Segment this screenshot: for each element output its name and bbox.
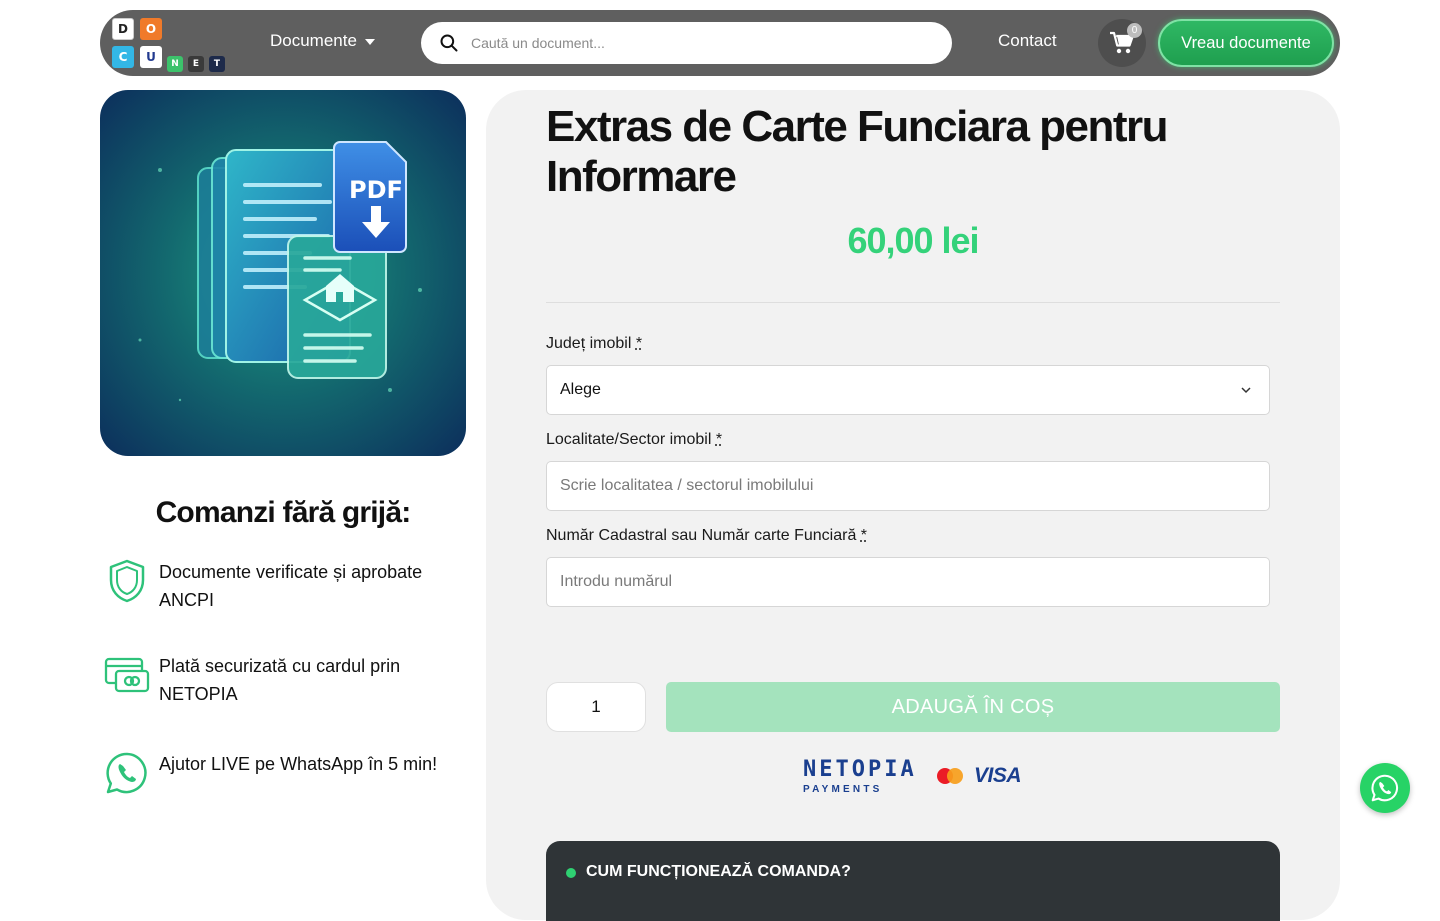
- locality-label: Localitate/Sector imobil *: [546, 431, 722, 449]
- locality-label-text: Localitate/Sector imobil: [546, 431, 712, 448]
- want-documents-button[interactable]: Vreau documente: [1158, 19, 1334, 67]
- worry-free-title: Comanzi fără grijă:: [155, 496, 412, 529]
- feature-whatsapp-help-text: Ajutor LIVE pe WhatsApp în 5 min!: [159, 754, 438, 774]
- cadastral-input[interactable]: [560, 573, 1256, 591]
- credit-card-icon: [104, 652, 150, 698]
- search-input[interactable]: [471, 35, 911, 51]
- required-mark: *: [635, 335, 643, 352]
- nav-documents-label: Documente: [270, 31, 357, 50]
- feature-secure-payment: Plată securizată cu cardul prin NETOPIA: [104, 652, 464, 708]
- county-select-value: Alege: [560, 381, 601, 398]
- site-header: D O C U N E T Documente Contact 0 Vreau …: [100, 10, 1340, 76]
- whatsapp-icon: [104, 750, 150, 796]
- netopia-logo-bottom: PAYMENTS: [803, 784, 883, 795]
- whatsapp-float-button[interactable]: [1360, 763, 1410, 813]
- logo-tile: O: [140, 18, 162, 40]
- county-label-text: Județ imobil: [546, 335, 632, 352]
- how-it-works-title: CUM FUNCȚIONEAZĂ COMANDA?: [586, 863, 851, 880]
- netopia-logo-top: NETOPIA: [803, 757, 917, 782]
- logo-tile: T: [209, 56, 225, 72]
- pdf-label: PDF: [349, 176, 403, 204]
- search-icon: [440, 34, 458, 52]
- nav-contact-link[interactable]: Contact: [998, 31, 1057, 51]
- search-bar[interactable]: [421, 22, 952, 64]
- caret-down-icon: [364, 39, 375, 45]
- county-label: Județ imobil *: [546, 335, 642, 353]
- product-image: PDF: [100, 90, 466, 456]
- cart-button[interactable]: 0: [1098, 19, 1146, 67]
- feature-verified: Documente verificate și aprobate ANCPI: [104, 558, 464, 614]
- logo-tile: E: [188, 56, 204, 72]
- cadastral-field[interactable]: [546, 557, 1270, 607]
- nav-documents-menu[interactable]: Documente: [270, 31, 375, 51]
- quantity-input[interactable]: 1: [546, 682, 646, 732]
- logo-tile: C: [112, 46, 134, 68]
- required-mark: *: [860, 527, 868, 544]
- whatsapp-icon: [1371, 774, 1399, 802]
- divider: [546, 302, 1280, 303]
- locality-input[interactable]: [560, 477, 1256, 495]
- netopia-logo: NETOPIA PAYMENTS: [803, 757, 917, 796]
- chevron-down-icon: [1241, 387, 1251, 394]
- product-price: 60,00 lei: [847, 220, 979, 261]
- how-it-works-accordion[interactable]: CUM FUNCȚIONEAZĂ COMANDA?: [546, 841, 1280, 921]
- mastercard-icon: [937, 768, 963, 784]
- docunet-logo[interactable]: D O C U N E T: [110, 16, 230, 72]
- product-title: Extras de Carte Funciara pentru Informar…: [546, 102, 1169, 201]
- locality-field[interactable]: [546, 461, 1270, 511]
- feature-verified-text: Documente verificate și aprobate ANCPI: [159, 562, 423, 610]
- feature-whatsapp-help: Ajutor LIVE pe WhatsApp în 5 min!: [104, 750, 464, 796]
- visa-logo: VISA: [974, 764, 1022, 787]
- feature-secure-payment-text: Plată securizată cu cardul prin NETOPIA: [159, 656, 401, 704]
- cadastral-label: Număr Cadastral sau Număr carte Funciară…: [546, 527, 867, 545]
- logo-tile: U: [140, 46, 162, 68]
- shield-icon: [104, 558, 150, 604]
- cart-count-badge: 0: [1127, 23, 1142, 38]
- cadastral-label-text: Număr Cadastral sau Număr carte Funciară: [546, 527, 857, 544]
- logo-tile: N: [167, 56, 183, 72]
- add-to-cart-button[interactable]: ADAUGĂ ÎN COȘ: [666, 682, 1280, 732]
- logo-tile: D: [112, 18, 134, 40]
- status-dot-icon: [566, 868, 576, 878]
- county-select[interactable]: Alege: [546, 365, 1270, 415]
- required-mark: *: [715, 431, 723, 448]
